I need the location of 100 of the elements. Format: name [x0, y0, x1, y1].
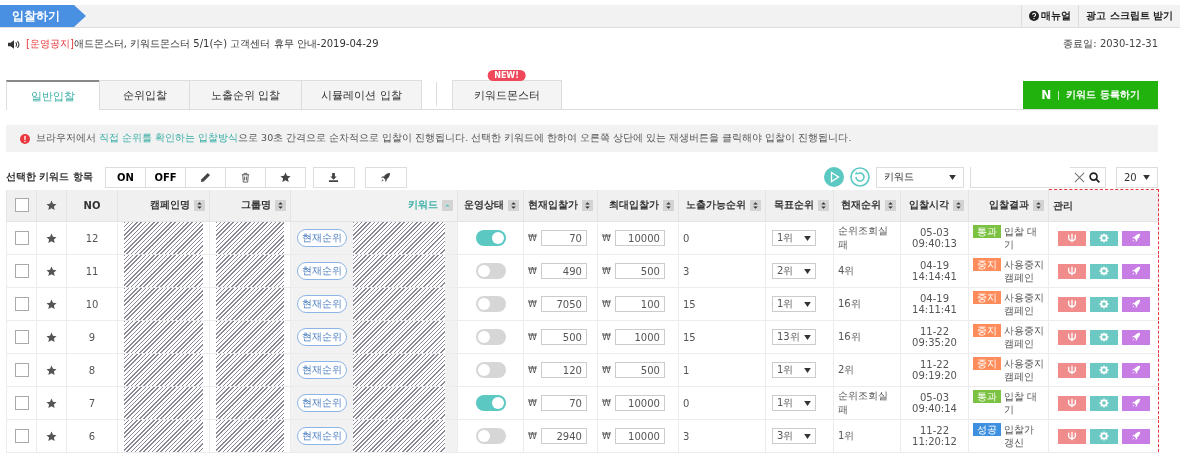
rocket-button[interactable]: [1121, 395, 1150, 411]
trident-button[interactable]: [1057, 395, 1086, 411]
target-rank-select[interactable]: 13위: [772, 329, 816, 345]
max-bid-field[interactable]: 1000: [614, 329, 665, 345]
trident-button[interactable]: [1057, 428, 1086, 444]
max-bid-field[interactable]: 10000: [614, 428, 665, 444]
status-toggle[interactable]: [475, 230, 506, 246]
status-toggle[interactable]: [475, 395, 506, 411]
star-icon[interactable]: [46, 364, 57, 376]
current-bid-field[interactable]: 500: [540, 329, 587, 345]
sort-ascending-icon[interactable]: [442, 199, 453, 211]
trident-button[interactable]: [1057, 263, 1086, 279]
max-bid-field[interactable]: 500: [614, 362, 665, 378]
play-button[interactable]: [824, 167, 844, 187]
star-button[interactable]: [264, 166, 306, 188]
rocket-button[interactable]: [1121, 362, 1150, 378]
refresh-button[interactable]: [850, 167, 870, 187]
settings-button[interactable]: [1089, 230, 1118, 246]
status-toggle[interactable]: [475, 296, 506, 312]
row-checkbox[interactable]: [14, 396, 29, 410]
settings-button[interactable]: [1089, 395, 1118, 411]
trident-button[interactable]: [1057, 230, 1086, 246]
max-bid-field[interactable]: 500: [614, 263, 665, 279]
trident-button[interactable]: [1057, 362, 1086, 378]
target-rank-select[interactable]: 1위: [772, 395, 816, 411]
row-checkbox[interactable]: [14, 264, 29, 278]
rocket-button[interactable]: [1121, 329, 1150, 345]
settings-button[interactable]: [1089, 329, 1118, 345]
tab[interactable]: 키워드몬스터: [452, 80, 562, 109]
tab[interactable]: 시뮬레이션 입찰: [301, 80, 422, 109]
current-bid-field[interactable]: 70: [540, 395, 587, 411]
current-bid-field[interactable]: 490: [540, 263, 587, 279]
pencil-button[interactable]: [184, 166, 226, 188]
filter-select[interactable]: 키워드: [876, 166, 964, 188]
row-checkbox[interactable]: [14, 429, 29, 443]
download-button[interactable]: [312, 166, 355, 188]
settings-button[interactable]: [1089, 428, 1118, 444]
star-icon[interactable]: [46, 397, 57, 409]
current-bid-field[interactable]: 70: [540, 230, 587, 246]
row-checkbox[interactable]: [14, 330, 29, 344]
current-bid-field[interactable]: 2940: [540, 428, 587, 444]
target-rank-select[interactable]: 1위: [772, 296, 816, 312]
rank-badge[interactable]: 현재순위: [297, 229, 347, 247]
header-link[interactable]: 광고 스크립트 받기: [1078, 5, 1180, 27]
rocket-button[interactable]: [1121, 230, 1150, 246]
target-rank-select[interactable]: 2위: [772, 263, 816, 279]
sort-icon[interactable]: [750, 199, 761, 211]
settings-button[interactable]: [1089, 296, 1118, 312]
status-toggle[interactable]: [475, 263, 506, 279]
tab[interactable]: 순위입찰: [99, 80, 190, 109]
status-toggle[interactable]: [475, 362, 506, 378]
toolbar-button[interactable]: OFF: [144, 166, 186, 188]
select-all-checkbox[interactable]: [14, 198, 29, 213]
header-link[interactable]: 매뉴얼: [1021, 5, 1079, 27]
trident-button[interactable]: [1057, 329, 1086, 345]
rocket-button[interactable]: [1121, 296, 1150, 312]
target-rank-select[interactable]: 1위: [772, 230, 816, 246]
row-checkbox[interactable]: [14, 297, 29, 311]
rank-badge[interactable]: 현재순위: [297, 295, 347, 313]
settings-button[interactable]: [1089, 362, 1118, 378]
max-bid-field[interactable]: 10000: [614, 230, 665, 246]
rank-badge[interactable]: 현재순위: [297, 427, 347, 445]
search-icon[interactable]: [1089, 171, 1100, 183]
target-rank-select[interactable]: 3위: [772, 428, 816, 444]
sort-icon[interactable]: [1033, 199, 1044, 211]
row-checkbox[interactable]: [14, 231, 29, 245]
settings-button[interactable]: [1089, 263, 1118, 279]
rank-badge[interactable]: 현재순위: [297, 262, 347, 280]
clear-icon[interactable]: [1074, 171, 1085, 183]
rank-badge[interactable]: 현재순위: [297, 328, 347, 346]
sort-icon[interactable]: [194, 199, 205, 211]
sort-icon[interactable]: [885, 199, 896, 211]
rocket-button[interactable]: [1121, 263, 1150, 279]
rank-badge[interactable]: 현재순위: [297, 394, 347, 412]
page-size-select[interactable]: 20: [1116, 166, 1158, 188]
star-icon[interactable]: [46, 430, 57, 442]
rocket-button[interactable]: [364, 166, 407, 188]
current-bid-field[interactable]: 7050: [540, 296, 587, 312]
sort-icon[interactable]: [663, 199, 674, 211]
sort-icon[interactable]: [508, 199, 519, 211]
star-icon[interactable]: [46, 298, 57, 310]
star-icon[interactable]: [46, 232, 57, 244]
sort-icon[interactable]: [582, 199, 593, 211]
status-toggle[interactable]: [475, 428, 506, 444]
star-icon[interactable]: [46, 265, 57, 277]
tab[interactable]: 노출순위 입찰: [189, 80, 302, 109]
search-field[interactable]: [970, 166, 1106, 188]
current-bid-field[interactable]: 120: [540, 362, 587, 378]
max-bid-field[interactable]: 10000: [614, 395, 665, 411]
status-toggle[interactable]: [475, 329, 506, 345]
target-rank-select[interactable]: 1위: [772, 362, 816, 378]
sort-icon[interactable]: [818, 199, 829, 211]
rocket-button[interactable]: [1121, 428, 1150, 444]
sort-icon[interactable]: [953, 199, 964, 211]
star-icon[interactable]: [46, 331, 57, 343]
toolbar-button[interactable]: ON: [104, 166, 146, 188]
max-bid-field[interactable]: 100: [614, 296, 665, 312]
row-checkbox[interactable]: [14, 363, 29, 377]
rank-badge[interactable]: 현재순위: [297, 361, 347, 379]
trident-button[interactable]: [1057, 296, 1086, 312]
